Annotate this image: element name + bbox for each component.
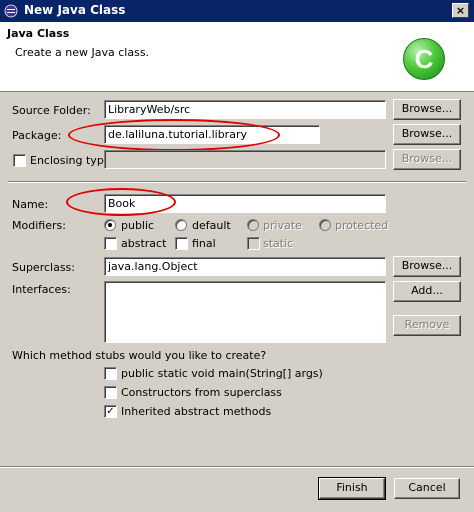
name-highlight-ellipse bbox=[66, 188, 176, 216]
public-radio[interactable] bbox=[104, 219, 116, 231]
separator bbox=[8, 181, 466, 183]
protected-radio bbox=[319, 219, 331, 231]
final-label: final bbox=[192, 237, 216, 250]
interfaces-label: Interfaces: bbox=[12, 283, 71, 296]
main-method-checkbox[interactable] bbox=[104, 367, 117, 380]
main-method-label: public static void main(String[] args) bbox=[121, 367, 323, 380]
close-button[interactable]: × bbox=[452, 3, 469, 18]
enclosing-type-browse-button: Browse... bbox=[393, 149, 461, 170]
inherited-methods-label: Inherited abstract methods bbox=[121, 405, 272, 418]
superclass-input[interactable]: java.lang.Object bbox=[104, 257, 386, 276]
abstract-checkbox[interactable] bbox=[104, 237, 117, 250]
final-checkbox[interactable] bbox=[175, 237, 188, 250]
enclosing-type-input bbox=[104, 150, 386, 169]
package-browse-button[interactable]: Browse... bbox=[393, 124, 461, 145]
protected-label: protected bbox=[335, 219, 389, 232]
name-label: Name: bbox=[12, 198, 49, 211]
abstract-label: abstract bbox=[121, 237, 167, 250]
enclosing-type-label: Enclosing type: bbox=[30, 154, 115, 167]
static-checkbox bbox=[247, 237, 260, 250]
wizard-title: Java Class bbox=[7, 27, 70, 40]
package-highlight-ellipse bbox=[68, 119, 280, 151]
add-interface-button[interactable]: Add... bbox=[393, 281, 461, 302]
constructors-checkbox[interactable] bbox=[104, 386, 117, 399]
default-radio[interactable] bbox=[175, 219, 187, 231]
remove-interface-button: Remove bbox=[393, 315, 461, 336]
source-folder-input[interactable]: LibraryWeb/src bbox=[104, 100, 386, 119]
eclipse-icon bbox=[4, 4, 18, 18]
private-radio bbox=[247, 219, 259, 231]
finish-button[interactable]: Finish bbox=[318, 477, 386, 500]
footer-separator bbox=[0, 466, 474, 468]
cancel-button[interactable]: Cancel bbox=[394, 478, 460, 499]
static-label: static bbox=[263, 237, 294, 250]
title-bar: New Java Class × bbox=[0, 0, 474, 22]
private-label: private bbox=[263, 219, 302, 232]
default-label: default bbox=[192, 219, 231, 232]
superclass-browse-button[interactable]: Browse... bbox=[393, 256, 461, 277]
enclosing-type-checkbox[interactable] bbox=[13, 154, 26, 167]
constructors-label: Constructors from superclass bbox=[121, 386, 282, 399]
java-class-icon: C bbox=[403, 38, 445, 80]
source-folder-label: Source Folder: bbox=[12, 104, 91, 117]
wizard-description: Create a new Java class. bbox=[15, 46, 150, 59]
stubs-question: Which method stubs would you like to cre… bbox=[12, 349, 267, 362]
public-label: public bbox=[121, 219, 155, 232]
inherited-methods-checkbox[interactable]: ✓ bbox=[104, 405, 117, 418]
superclass-label: Superclass: bbox=[12, 261, 75, 274]
window-title: New Java Class bbox=[24, 3, 126, 17]
source-folder-browse-button[interactable]: Browse... bbox=[393, 99, 461, 120]
modifiers-label: Modifiers: bbox=[12, 219, 66, 232]
interfaces-list[interactable] bbox=[104, 281, 386, 343]
package-label: Package: bbox=[12, 129, 62, 142]
